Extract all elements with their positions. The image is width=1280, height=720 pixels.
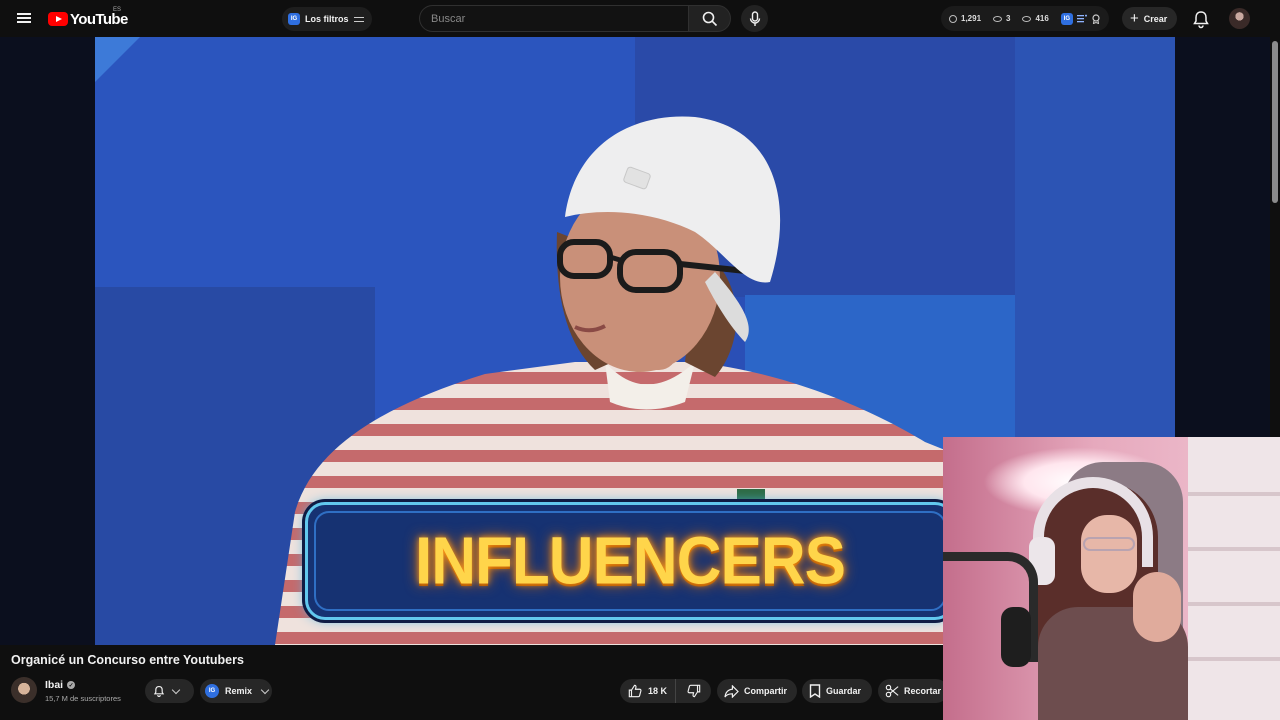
like-count: 18 K — [648, 686, 668, 696]
verified-icon: ✓ — [67, 681, 76, 689]
tune-icon — [353, 15, 364, 23]
clock-icon — [949, 14, 957, 23]
extension-stats-bar[interactable]: 1,291 3 416 IG — [941, 6, 1109, 31]
award-icon[interactable] — [1091, 13, 1101, 24]
create-button[interactable]: + Crear — [1122, 7, 1178, 30]
create-label: Crear — [1143, 13, 1168, 24]
filters-chip[interactable]: IG Los filtros — [282, 7, 372, 31]
channel-avatar[interactable] — [11, 677, 37, 703]
dislike-button[interactable] — [676, 679, 711, 703]
account-avatar[interactable] — [1229, 8, 1250, 29]
icon-count: 3 — [1006, 14, 1011, 23]
search-input[interactable] — [419, 5, 688, 32]
search-icon — [702, 11, 717, 26]
mic-icon — [749, 10, 760, 26]
studio-accent — [95, 37, 140, 82]
menu-icon[interactable] — [13, 7, 35, 29]
remix-label: Remix — [225, 686, 253, 696]
save-label: Guardar — [826, 686, 862, 696]
chevron-down-icon[interactable] — [260, 685, 270, 694]
share-button[interactable]: Compartir — [717, 679, 797, 703]
bell-icon — [153, 685, 165, 697]
views-icon — [1022, 15, 1032, 22]
search-button[interactable] — [688, 5, 731, 32]
country-code: ES — [113, 7, 122, 13]
bookshelf — [1188, 437, 1280, 720]
extension-badge-icon: IG — [288, 13, 300, 25]
extension-icon[interactable]: IG — [1060, 12, 1073, 25]
caption-banner: INFLUENCERS — [305, 502, 955, 620]
channel-name-link[interactable]: Ibai ✓ — [45, 679, 76, 691]
chevron-down-icon — [171, 685, 181, 694]
like-dislike-group: 18 K — [620, 679, 711, 703]
streamer-hand — [1133, 572, 1181, 642]
notifications-button[interactable] — [1190, 8, 1212, 30]
filters-chip-label: Los filtros — [305, 14, 349, 24]
channel-name: Ibai — [45, 679, 64, 691]
scissors-icon — [885, 684, 899, 698]
youtube-play-icon — [48, 12, 68, 26]
like-icon — [628, 684, 642, 698]
share-label: Compartir — [744, 686, 788, 696]
save-icon — [809, 684, 821, 698]
voice-search-button[interactable] — [741, 5, 768, 32]
video-title: Organicé un Concurso entre Youtubers — [11, 653, 244, 667]
list-icon[interactable] — [1076, 14, 1087, 23]
subscriber-count: 15,7 M de suscriptores — [45, 694, 121, 703]
share-icon — [724, 684, 739, 698]
remix-extension-icon: IG — [205, 684, 219, 698]
remix-button[interactable]: IG Remix — [200, 679, 272, 703]
masthead: YouTube ES IG Los filtros 1,291 3 416 — [0, 0, 1280, 37]
logo-wordmark: YouTube — [70, 10, 128, 28]
webcam-overlay — [943, 437, 1280, 720]
scrollbar-thumb[interactable] — [1272, 41, 1278, 203]
dislike-icon — [686, 684, 700, 698]
like-button[interactable]: 18 K — [620, 679, 676, 703]
search-bar — [419, 5, 731, 32]
views-count: 416 — [1035, 14, 1049, 23]
youtube-logo[interactable]: YouTube ES — [48, 7, 128, 29]
clip-label: Recortar — [904, 686, 942, 696]
caption-text: INFLUENCERS — [415, 523, 846, 599]
microphone-icon — [1001, 607, 1031, 667]
eye-icon — [993, 15, 1003, 22]
save-button[interactable]: Guardar — [802, 679, 872, 703]
plus-icon: + — [1130, 9, 1139, 27]
notification-settings-button[interactable] — [145, 679, 194, 703]
clip-button[interactable]: Recortar — [878, 679, 948, 703]
bell-icon — [1193, 11, 1209, 29]
time-count: 1,291 — [961, 14, 982, 23]
